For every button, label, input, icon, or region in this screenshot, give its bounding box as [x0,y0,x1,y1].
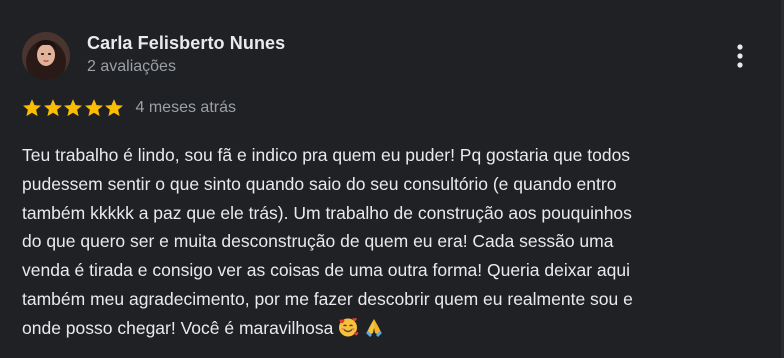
star-icon [43,99,62,117]
more-vert-icon [737,44,743,68]
rating-row: 4 meses atrás [22,98,236,118]
review-text-line: venda é tirada e consigo ver as coisas d… [22,260,630,281]
review-text: Teu trabalho é lindo, sou fã e indico pr… [22,141,772,347]
star-icon [23,99,41,117]
avatar[interactable] [22,32,70,80]
review-date: 4 meses atrás [135,99,236,116]
review-text-line: pudessem sentir o que sinto quando saio … [22,173,617,194]
star-icon [64,99,82,117]
star-icon [84,99,103,117]
author-review-count[interactable]: 2 avaliações [87,58,176,76]
avatar-image [22,32,70,80]
review-text-line: também meu agradecimento, por me fazer d… [22,288,633,309]
review-text-line: onde posso chegar! Você é maravilhosa [22,314,772,347]
review-text-line: também kkkkk a paz que ele trás). Um tra… [22,202,632,223]
author-name[interactable]: Carla Felisberto Nunes [87,33,285,54]
review-text-line: Teu trabalho é lindo, sou fã e indico pr… [22,145,631,165]
review-card: Carla Felisberto Nunes 2 avaliações 4 me… [0,0,784,358]
smiling-face-with-hearts-icon [337,316,359,347]
folded-hands-icon [363,316,385,347]
star-rating [22,98,125,118]
more-options-button[interactable] [722,38,758,74]
star-icon [105,99,123,117]
review-text-line: do que quero ser e muita desconstrução d… [22,231,614,252]
